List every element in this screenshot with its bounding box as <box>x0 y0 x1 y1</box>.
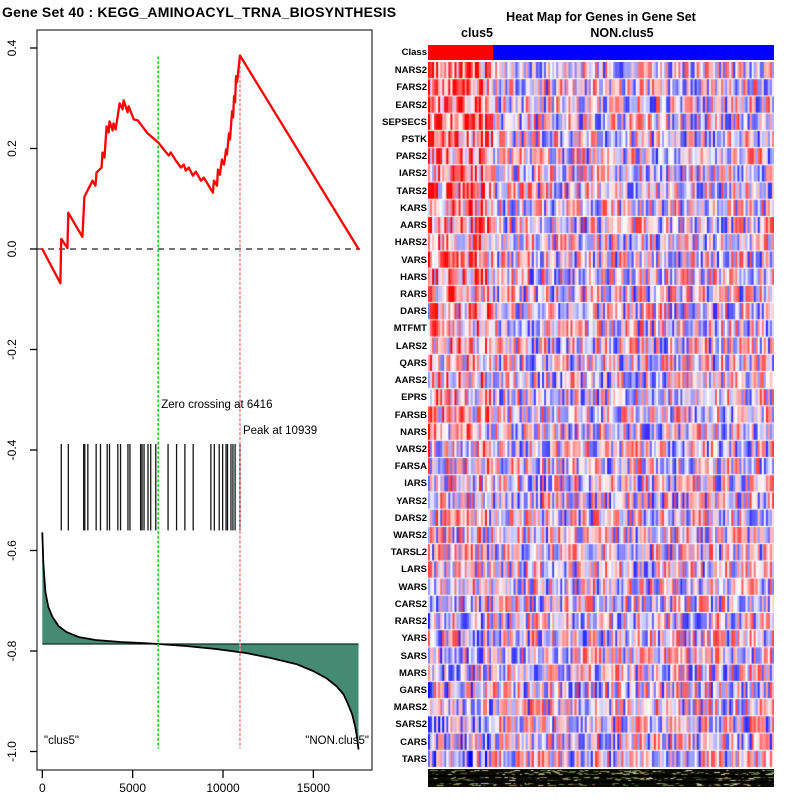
gene-label-nars2: NARS2 <box>395 65 427 76</box>
peak-annotation: Peak at 10939 <box>243 425 317 437</box>
gene-label-tars: TARS <box>402 754 427 765</box>
class-row-label: Class <box>402 47 427 58</box>
non-clus5-class-segment <box>493 45 774 60</box>
gene-label-wars: WARS <box>399 582 428 593</box>
gene-label-hars2: HARS2 <box>395 237 427 248</box>
gene-label-iars2: IARS2 <box>399 168 427 179</box>
gene-label-yars2: YARS2 <box>396 496 427 507</box>
group-label-non-clus5: NON.clus5 <box>590 26 653 40</box>
gene-label-mtfmt: MTFMT <box>394 323 427 334</box>
svg-text:0.4: 0.4 <box>5 39 19 56</box>
svg-text:5000: 5000 <box>119 781 146 795</box>
gene-label-yars: YARS <box>401 633 427 644</box>
gene-label-pstk: PSTK <box>402 134 427 145</box>
gene-label-pars2: PARS2 <box>396 151 427 162</box>
gene-label-qars: QARS <box>400 358 427 369</box>
gene-label-dars2: DARS2 <box>395 513 427 524</box>
class-membership-bar <box>428 45 774 60</box>
zero-crossing-annotation: Zero crossing at 6416 <box>161 399 272 411</box>
gene-label-cars2: CARS2 <box>395 599 427 610</box>
gene-label-eprs: EPRS <box>401 392 427 403</box>
gene-label-rars: RARS <box>400 289 427 300</box>
clus5-class-segment <box>428 45 493 60</box>
gene-label-sars2: SARS2 <box>395 719 427 730</box>
sample-label-band <box>428 769 774 787</box>
gene-label-mars: MARS <box>399 668 427 679</box>
svg-text:0.2: 0.2 <box>5 140 19 157</box>
svg-text:-0.4: -0.4 <box>5 439 19 460</box>
right-phenotype-label: "NON.clus5" <box>305 735 369 747</box>
gene-label-sars: SARS <box>401 651 427 662</box>
gene-label-aars: AARS <box>400 220 427 231</box>
gene-label-dars: DARS <box>400 306 427 317</box>
gene-label-sepsecs: SEPSECS <box>382 117 427 128</box>
gene-label-mars2: MARS2 <box>394 702 427 713</box>
enrichment-score-curve <box>42 56 358 284</box>
gene-label-gars: GARS <box>400 685 427 696</box>
svg-text:0.0: 0.0 <box>5 240 19 257</box>
gene-label-vars: VARS <box>401 255 427 266</box>
gene-label-tars2: TARS2 <box>397 186 427 197</box>
gsea-enrichment-plot: 0.4 0.2 0.0 -0.2 -0.4 -0.6 -0.8 -1.0 0 5000 10000 1… <box>0 0 420 800</box>
gene-label-farsb: FARSB <box>395 410 427 421</box>
left-phenotype-label: "clus5" <box>44 735 79 747</box>
group-label-clus5: clus5 <box>461 26 493 40</box>
svg-text:-0.6: -0.6 <box>5 540 19 561</box>
ranked-metric-area <box>42 532 358 749</box>
gene-label-lars: LARS <box>401 564 427 575</box>
gene-label-hars: HARS <box>400 272 427 283</box>
svg-text:10000: 10000 <box>206 781 240 795</box>
gene-label-vars2: VARS2 <box>396 444 427 455</box>
gene-label-iars: IARS <box>404 478 427 489</box>
svg-text:0: 0 <box>39 781 46 795</box>
gene-label-rars2: RARS2 <box>395 616 427 627</box>
svg-text:-0.2: -0.2 <box>5 339 19 360</box>
svg-text:-1.0: -1.0 <box>5 741 19 762</box>
heatmap-title: Heat Map for Genes in Gene Set <box>428 10 774 24</box>
gene-label-cars: CARS <box>400 737 427 748</box>
gene-label-ears2: EARS2 <box>395 100 427 111</box>
gene-label-kars: KARS <box>400 203 427 214</box>
heatmap-grid <box>428 62 774 768</box>
gene-label-lars2: LARS2 <box>396 341 427 352</box>
gene-label-wars2: WARS2 <box>393 530 427 541</box>
svg-text:15000: 15000 <box>297 781 331 795</box>
gene-label-farsa: FARSA <box>395 461 427 472</box>
svg-text:-0.8: -0.8 <box>5 640 19 661</box>
gsea-report-figure: Gene Set 40 : KEGG_AMINOACYL_TRNA_BIOSYN… <box>0 0 800 800</box>
gene-label-nars: NARS <box>400 427 427 438</box>
gene-label-fars2: FARS2 <box>396 82 427 93</box>
gene-label-tarsl2: TARSL2 <box>391 547 427 558</box>
gene-label-aars2: AARS2 <box>395 375 427 386</box>
